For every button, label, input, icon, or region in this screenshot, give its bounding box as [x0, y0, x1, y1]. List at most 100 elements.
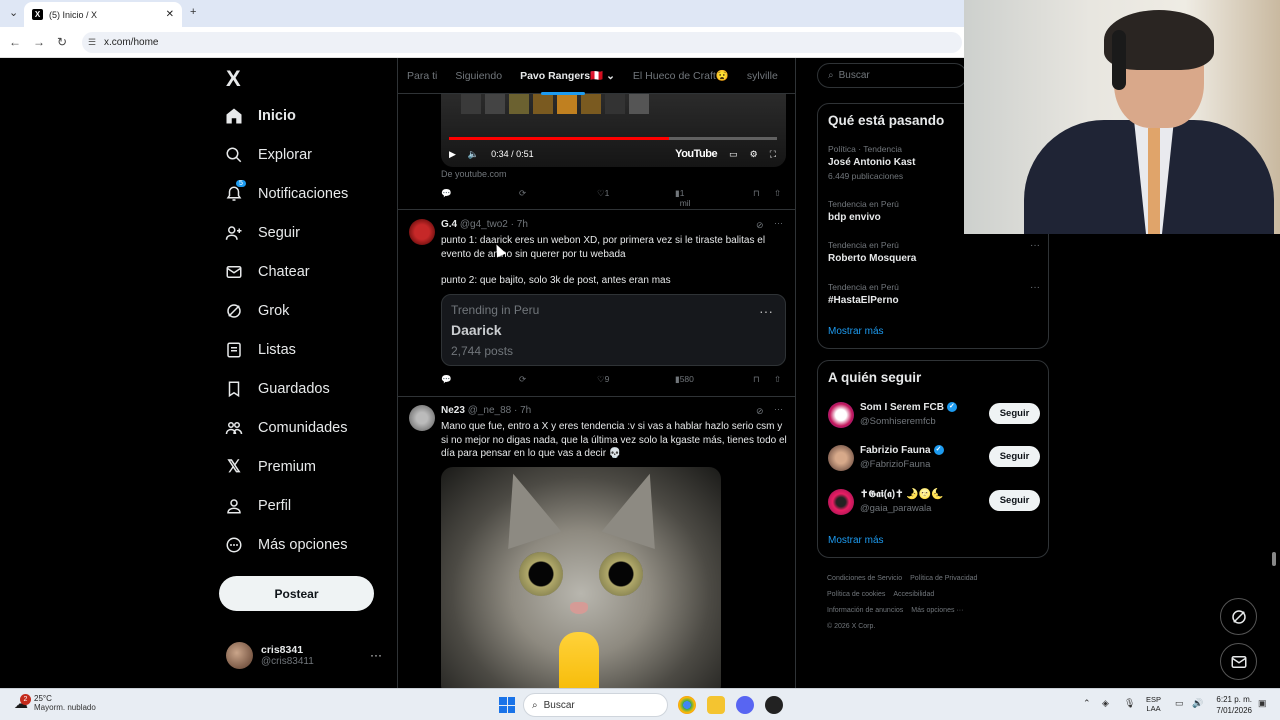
share-icon[interactable]: ⇧: [774, 374, 781, 385]
more-icon[interactable]: ···: [774, 218, 783, 228]
site-info-icon[interactable]: ☰: [88, 37, 96, 48]
like-button[interactable]: ♡ 1: [597, 188, 609, 199]
reply-icon[interactable]: 💬: [441, 374, 452, 385]
share-icon[interactable]: ⇧: [774, 188, 781, 199]
account-more-icon[interactable]: ···: [370, 648, 382, 662]
file-explorer-icon[interactable]: [707, 696, 725, 714]
nav-bookmarks[interactable]: Guardados: [224, 374, 330, 404]
quoted-trend-card[interactable]: Trending in Peru Daarick 2,744 posts ···: [441, 294, 786, 366]
messages-float-button[interactable]: [1220, 643, 1257, 680]
trend-item[interactable]: Tendencia en Perú #HastaElPerno ···: [828, 282, 1040, 306]
weather-widget[interactable]: ☁2 25°C Mayorm. nublado: [14, 693, 96, 712]
chevron-down-icon[interactable]: ⌄: [606, 70, 615, 82]
more-icon[interactable]: ···: [1030, 282, 1040, 293]
nav-grok[interactable]: Grok: [224, 296, 289, 326]
bookmark-icon[interactable]: ⊓: [753, 188, 760, 199]
like-button[interactable]: ♡ 9: [597, 374, 609, 385]
post-author[interactable]: G.4: [441, 219, 457, 230]
reload-icon[interactable]: ↻: [57, 35, 67, 49]
nav-lists[interactable]: Listas: [224, 335, 296, 365]
avatar[interactable]: [409, 219, 435, 245]
settings-icon[interactable]: ⚙: [750, 149, 758, 160]
tab-hueco-de-craft[interactable]: El Hueco de Craft😧: [624, 69, 738, 82]
nav-profile[interactable]: Perfil: [224, 491, 291, 521]
reply-icon[interactable]: 💬: [441, 188, 452, 199]
footer-link[interactable]: Información de anuncios: [827, 607, 903, 614]
bookmark-icon[interactable]: ⊓: [753, 374, 760, 385]
repost-icon[interactable]: ⟳: [519, 188, 526, 199]
search-input[interactable]: ⌕ Buscar: [817, 63, 967, 88]
nav-premium[interactable]: 𝕏 Premium: [224, 452, 316, 482]
follow-suggestion[interactable]: ✝𝕲𝖆𝖎(𝖆)✝ 🌛🌝🌜 @gaia_parawala Seguir: [828, 487, 1040, 517]
post-image[interactable]: [441, 467, 721, 688]
follow-button[interactable]: Seguir: [989, 446, 1040, 467]
x-logo-icon[interactable]: X: [226, 66, 241, 92]
nav-chat[interactable]: Chatear: [224, 257, 310, 287]
notification-center-icon[interactable]: ▣: [1258, 698, 1267, 709]
follow-suggestion[interactable]: Fabrizio Fauna ✓ @FabrizioFauna Seguir: [828, 443, 1040, 473]
scrollbar-thumb[interactable]: [1272, 552, 1276, 566]
forward-icon[interactable]: →: [33, 35, 45, 49]
footer-link[interactable]: Política de cookies: [827, 591, 885, 598]
nav-home[interactable]: Inicio: [224, 101, 296, 131]
language-indicator[interactable]: ESP LAA: [1146, 695, 1161, 713]
post-button[interactable]: Postear: [219, 576, 374, 611]
captions-icon[interactable]: ▭: [729, 149, 738, 160]
system-clock[interactable]: 6:21 p. m. 7/01/2026: [1212, 694, 1252, 716]
video-progress-bar[interactable]: [449, 137, 777, 140]
mic-icon[interactable]: 🎙: [1124, 698, 1135, 709]
tab-following[interactable]: Siguiendo: [446, 70, 511, 82]
footer-link[interactable]: Condiciones de Servicio: [827, 575, 902, 582]
taskbar-search[interactable]: ⌕ Buscar: [523, 693, 668, 717]
volume-icon[interactable]: 🔈: [468, 149, 479, 160]
follow-button[interactable]: Seguir: [989, 490, 1040, 511]
nav-communities[interactable]: Comunidades: [224, 413, 347, 443]
discord-icon[interactable]: [736, 696, 754, 714]
post-handle[interactable]: @_ne_88: [468, 405, 512, 416]
close-tab-icon[interactable]: ✕: [166, 9, 174, 20]
follow-button[interactable]: Seguir: [989, 403, 1040, 424]
browser-tab[interactable]: X (5) Inicio / X ✕: [24, 2, 182, 27]
volume-icon[interactable]: 🔊: [1192, 698, 1203, 709]
nav-explore[interactable]: Explorar: [224, 140, 312, 170]
views-button[interactable]: ▮ 580: [675, 374, 694, 385]
grok-icon[interactable]: ⊘: [756, 220, 764, 231]
more-icon[interactable]: ···: [774, 404, 783, 414]
windows-start-icon[interactable]: [499, 697, 515, 713]
nav-follow[interactable]: Seguir: [224, 218, 300, 248]
tab-sylville[interactable]: sylville: [738, 70, 787, 82]
tab-list-icon[interactable]: ⌄: [9, 6, 18, 19]
new-tab-icon[interactable]: +: [190, 6, 196, 18]
show-more-trends-link[interactable]: Mostrar más: [828, 326, 884, 337]
post-time[interactable]: 7h: [517, 219, 528, 230]
views-button[interactable]: ▮ 1 mil: [675, 188, 691, 208]
back-icon[interactable]: ←: [9, 35, 21, 49]
footer-link[interactable]: Política de Privacidad: [910, 575, 977, 582]
post-author[interactable]: Ne23: [441, 405, 465, 416]
tab-pavo-rangers[interactable]: Pavo Rangers🇵🇪 ⌄: [511, 69, 624, 95]
nav-more-options[interactable]: Más opciones: [224, 530, 347, 560]
trend-item[interactable]: Tendencia en Perú Roberto Mosquera ···: [828, 240, 1040, 264]
tray-chevron-icon[interactable]: ⌃: [1083, 698, 1091, 709]
url-field[interactable]: ☰ x.com/home: [82, 32, 962, 53]
post-time[interactable]: 7h: [520, 405, 531, 416]
more-icon[interactable]: ···: [1030, 240, 1040, 251]
show-more-follow-link[interactable]: Mostrar más: [828, 535, 884, 546]
post-handle[interactable]: @g4_two2: [460, 219, 508, 230]
video-source[interactable]: De youtube.com: [441, 169, 507, 179]
footer-link[interactable]: Accesibilidad: [893, 591, 934, 598]
chrome-icon[interactable]: [678, 696, 696, 714]
obs-icon[interactable]: [765, 696, 783, 714]
account-switcher[interactable]: cris8341 @cris83411: [226, 642, 314, 669]
repost-icon[interactable]: ⟳: [519, 374, 526, 385]
more-icon[interactable]: ···: [759, 303, 773, 319]
network-icon[interactable]: ▭: [1175, 698, 1184, 709]
tray-app-icon[interactable]: ◈: [1102, 698, 1109, 709]
nav-notifications[interactable]: 5 Notificaciones: [224, 179, 348, 209]
avatar[interactable]: [409, 405, 435, 431]
footer-link[interactable]: Más opciones ···: [911, 607, 963, 614]
follow-suggestion[interactable]: Som I Serem FCB ✓ @Somhiseremfcb Seguir: [828, 400, 1040, 430]
play-icon[interactable]: ▶: [449, 149, 456, 160]
video-player[interactable]: ▶ 🔈 0:34 / 0:51 YouTube ▭ ⚙ ⛶: [441, 94, 786, 167]
youtube-logo[interactable]: YouTube: [675, 148, 717, 160]
